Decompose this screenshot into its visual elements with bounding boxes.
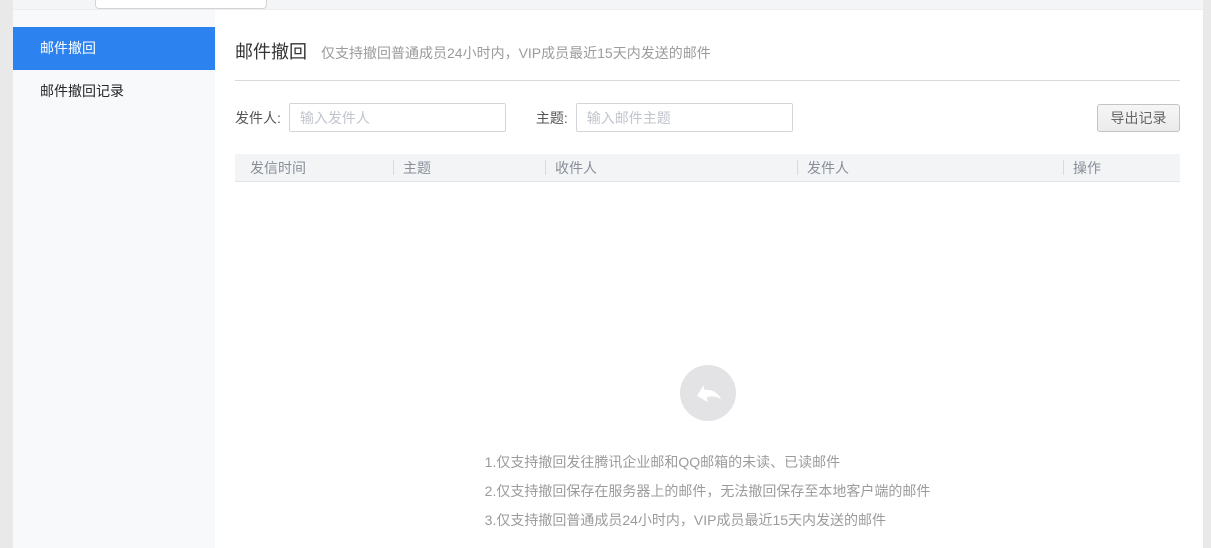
table-header: 发信时间 主题 收件人 发件人 操作	[235, 154, 1180, 182]
export-records-button[interactable]: 导出记录	[1097, 104, 1180, 132]
page-title: 邮件撤回	[235, 38, 307, 64]
main-content: 邮件撤回 仅支持撤回普通成员24小时内，VIP成员最近15天内发送的邮件 发件人…	[215, 10, 1203, 548]
column-header-sender: 发件人	[797, 154, 1063, 181]
sidebar-item-mail-recall[interactable]: 邮件撤回	[13, 27, 215, 70]
note-line-1: 1.仅支持撤回发往腾讯企业邮和QQ邮箱的未读、已读邮件	[485, 448, 931, 477]
subject-input[interactable]	[576, 103, 793, 132]
sender-label: 发件人:	[235, 108, 281, 128]
sidebar-item-mail-recall-records[interactable]: 邮件撤回记录	[13, 70, 215, 113]
partial-top-button[interactable]	[95, 0, 267, 9]
sidebar: 邮件撤回 邮件撤回记录	[13, 10, 215, 548]
column-header-recipient: 收件人	[545, 154, 797, 181]
column-header-action: 操作	[1063, 154, 1180, 181]
page-gutter-right	[1203, 0, 1211, 548]
sender-input[interactable]	[289, 103, 506, 132]
note-line-2: 2.仅支持撤回保存在服务器上的邮件，无法撤回保存至本地客户端的邮件	[485, 477, 931, 506]
header-divider	[235, 80, 1180, 81]
column-header-subject: 主题	[393, 154, 545, 181]
column-header-send-time: 发信时间	[235, 154, 393, 181]
subject-label: 主题:	[536, 108, 568, 128]
header-row: 邮件撤回 仅支持撤回普通成员24小时内，VIP成员最近15天内发送的邮件	[235, 10, 1180, 64]
empty-state-icon-circle	[680, 365, 736, 421]
page-gutter-left	[0, 0, 13, 548]
filter-row: 发件人: 主题: 导出记录	[235, 103, 1180, 132]
empty-state-notes: 1.仅支持撤回发往腾讯企业邮和QQ邮箱的未读、已读邮件 2.仅支持撤回保存在服务…	[485, 448, 931, 535]
top-strip	[13, 0, 1203, 10]
recall-undo-arrow-icon	[689, 375, 726, 412]
page-subtitle: 仅支持撤回普通成员24小时内，VIP成员最近15天内发送的邮件	[321, 43, 711, 63]
note-line-3: 3.仅支持撤回普通成员24小时内，VIP成员最近15天内发送的邮件	[485, 506, 931, 535]
